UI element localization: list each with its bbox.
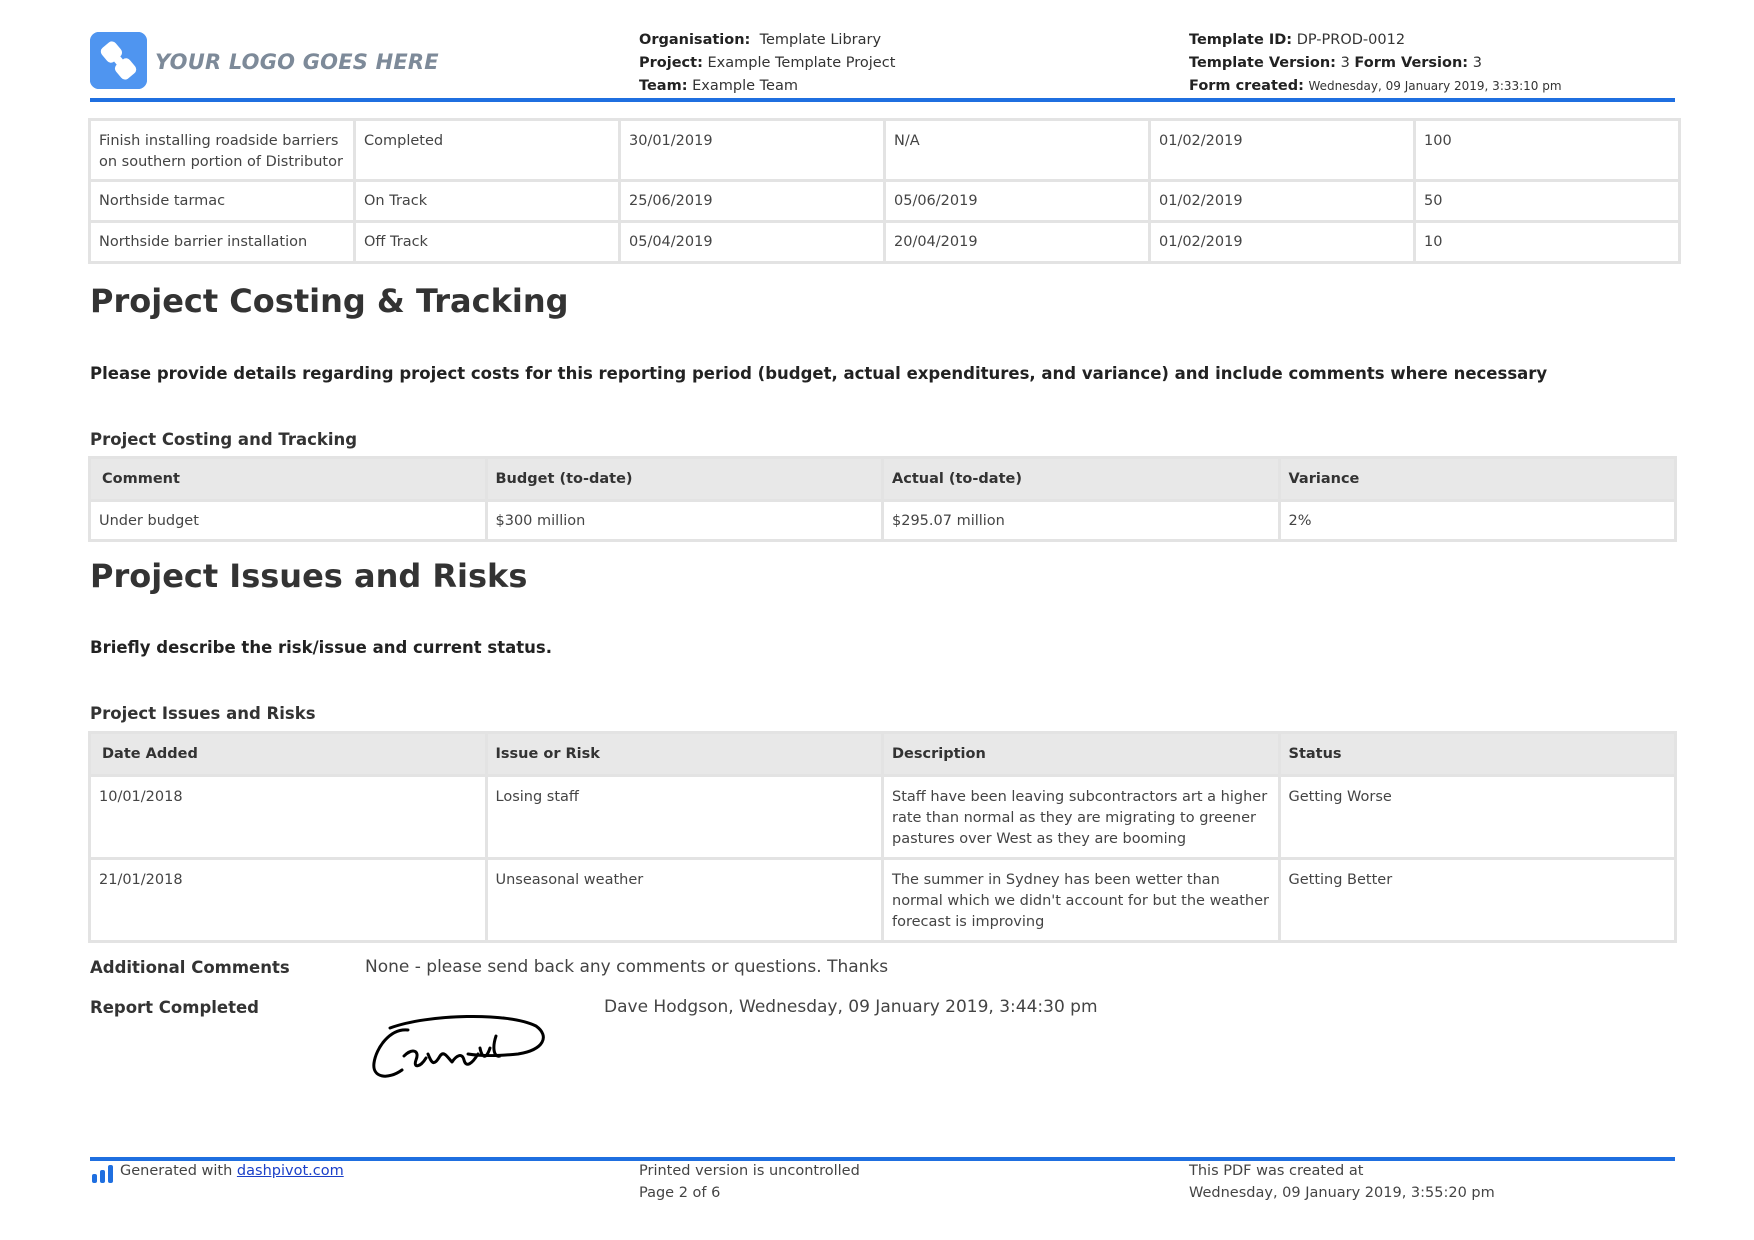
- signature-image: [372, 1014, 545, 1078]
- table-cell: N/A: [886, 121, 1148, 179]
- generated-prefix: Generated with: [120, 1163, 233, 1179]
- table-cell: Northside barrier installation: [91, 223, 353, 261]
- template-id-label: Template ID:: [1189, 32, 1293, 48]
- risks-instruction: Briefly describe the risk/issue and curr…: [90, 638, 552, 657]
- table-cell: Finish installing roadside barriers on s…: [91, 121, 353, 179]
- table-cell: Staff have been leaving subcontractors a…: [884, 777, 1278, 857]
- template-version-value: 3: [1340, 55, 1350, 71]
- column-header: Comment: [91, 459, 485, 499]
- template-version-label: Template Version:: [1189, 55, 1336, 71]
- logo-text: YOUR LOGO GOES HERE: [155, 50, 439, 74]
- section-heading-costing: Project Costing & Tracking: [90, 282, 569, 320]
- table-row: Northside tarmac On Track 25/06/2019 05/…: [91, 182, 1678, 220]
- costing-table-title: Project Costing and Tracking: [90, 430, 358, 449]
- table-header-row: Date Added Issue or Risk Description Sta…: [91, 734, 1674, 774]
- header-divider: [90, 98, 1675, 102]
- table-cell: 100: [1416, 121, 1678, 179]
- milestones-table: Finish installing roadside barriers on s…: [88, 118, 1681, 264]
- table-cell: 05/04/2019: [621, 223, 883, 261]
- table-cell: $300 million: [487, 502, 881, 539]
- logo-mark-icon: [90, 32, 147, 89]
- project-value: Example Template Project: [707, 55, 896, 71]
- table-cell: 01/02/2019: [1151, 121, 1413, 179]
- table-cell: On Track: [356, 182, 618, 220]
- table-cell: 01/02/2019: [1151, 182, 1413, 220]
- table-row: 10/01/2018 Losing staff Staff have been …: [91, 777, 1674, 857]
- risks-table: Date Added Issue or Risk Description Sta…: [88, 731, 1677, 943]
- costing-table: Comment Budget (to-date) Actual (to-date…: [88, 456, 1677, 542]
- page-number: Page 2 of 6: [639, 1185, 721, 1201]
- table-row: Finish installing roadside barriers on s…: [91, 121, 1678, 179]
- table-cell: Getting Better: [1280, 860, 1674, 940]
- table-cell: 10/01/2018: [91, 777, 485, 857]
- table-cell: 50: [1416, 182, 1678, 220]
- table-cell: Completed: [356, 121, 618, 179]
- header-template-info: Template ID: DP-PROD-0012 Template Versi…: [1189, 29, 1562, 98]
- table-cell: 20/04/2019: [886, 223, 1148, 261]
- footer-pdf-created: This PDF was created at Wednesday, 09 Ja…: [1189, 1160, 1495, 1204]
- column-header: Date Added: [91, 734, 485, 774]
- template-id-value: DP-PROD-0012: [1296, 32, 1406, 48]
- column-header: Actual (to-date): [884, 459, 1278, 499]
- organisation-value: Template Library: [759, 32, 882, 48]
- uncontrolled-notice: Printed version is uncontrolled: [639, 1163, 860, 1179]
- footer-print-info: Printed version is uncontrolled Page 2 o…: [639, 1160, 860, 1204]
- dashpivot-link[interactable]: dashpivot.com: [237, 1163, 344, 1179]
- header-project-info: Organisation: Template Library Project: …: [639, 29, 895, 98]
- form-created-label: Form created:: [1189, 78, 1304, 94]
- table-cell: 2%: [1280, 502, 1674, 539]
- table-cell: 30/01/2019: [621, 121, 883, 179]
- table-cell: Under budget: [91, 502, 485, 539]
- form-version-label: Form Version:: [1354, 55, 1469, 71]
- additional-comments-label: Additional Comments: [90, 958, 290, 977]
- pdf-created-line1: This PDF was created at: [1189, 1163, 1364, 1179]
- column-header: Budget (to-date): [487, 459, 881, 499]
- table-cell: 21/01/2018: [91, 860, 485, 940]
- team-value: Example Team: [692, 78, 798, 94]
- table-cell: $295.07 million: [884, 502, 1278, 539]
- column-header: Variance: [1280, 459, 1674, 499]
- table-cell: Northside tarmac: [91, 182, 353, 220]
- table-cell: 05/06/2019: [886, 182, 1148, 220]
- table-cell: 01/02/2019: [1151, 223, 1413, 261]
- table-cell: Off Track: [356, 223, 618, 261]
- table-row: 21/01/2018 Unseasonal weather The summer…: [91, 860, 1674, 940]
- column-header: Status: [1280, 734, 1674, 774]
- team-label: Team:: [639, 78, 688, 94]
- dashpivot-icon: [92, 1165, 113, 1183]
- footer-generated: Generated with dashpivot.com: [120, 1160, 344, 1182]
- column-header: Issue or Risk: [487, 734, 881, 774]
- organisation-label: Organisation:: [639, 32, 751, 48]
- table-cell: Getting Worse: [1280, 777, 1674, 857]
- table-cell: 25/06/2019: [621, 182, 883, 220]
- section-heading-risks: Project Issues and Risks: [90, 557, 528, 595]
- table-row: Northside barrier installation Off Track…: [91, 223, 1678, 261]
- report-completed-label: Report Completed: [90, 998, 259, 1017]
- table-header-row: Comment Budget (to-date) Actual (to-date…: [91, 459, 1674, 499]
- table-cell: The summer in Sydney has been wetter tha…: [884, 860, 1278, 940]
- risks-table-title: Project Issues and Risks: [90, 704, 316, 723]
- additional-comments-value: None - please send back any comments or …: [365, 957, 889, 977]
- table-row: Under budget $300 million $295.07 millio…: [91, 502, 1674, 539]
- costing-instruction: Please provide details regarding project…: [90, 364, 1548, 383]
- company-logo: [90, 32, 147, 89]
- table-cell: Losing staff: [487, 777, 881, 857]
- table-cell: Unseasonal weather: [487, 860, 881, 940]
- column-header: Description: [884, 734, 1278, 774]
- report-completed-value: Dave Hodgson, Wednesday, 09 January 2019…: [604, 997, 1098, 1017]
- table-cell: 10: [1416, 223, 1678, 261]
- pdf-created-line2: Wednesday, 09 January 2019, 3:55:20 pm: [1189, 1185, 1495, 1201]
- form-version-value: 3: [1472, 55, 1482, 71]
- project-label: Project:: [639, 55, 703, 71]
- form-created-value: Wednesday, 09 January 2019, 3:33:10 pm: [1308, 79, 1562, 93]
